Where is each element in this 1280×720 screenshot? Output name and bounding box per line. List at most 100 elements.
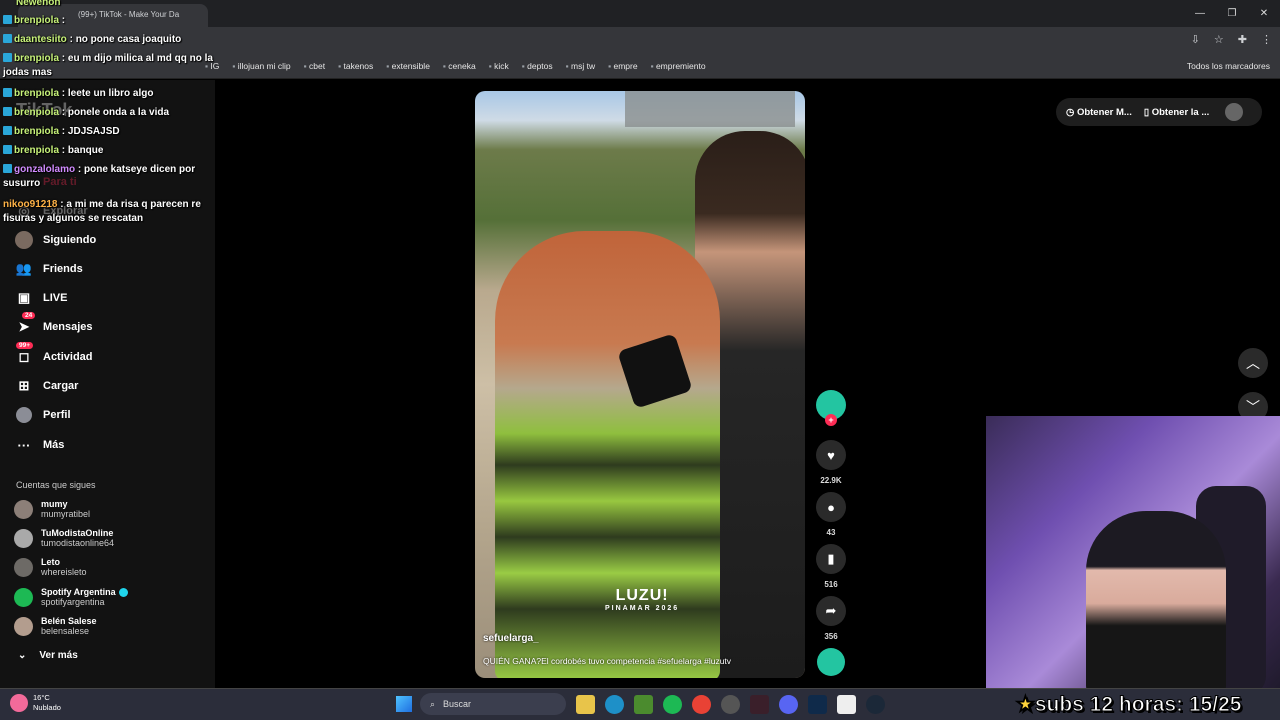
account-name: Belén Salese bbox=[41, 616, 97, 626]
get-desktop-label: Obtener la ... bbox=[1151, 106, 1210, 118]
bookmark-item[interactable]: illojuan mi clip bbox=[232, 61, 291, 71]
bookmark-item[interactable]: msj tw bbox=[566, 61, 595, 71]
avatar bbox=[14, 499, 33, 519]
profile-avatar[interactable] bbox=[1225, 103, 1244, 121]
chevron-up-icon[interactable]: ︿ bbox=[1238, 348, 1268, 378]
chat-user: brenpiola bbox=[14, 107, 60, 118]
nav-label: Más bbox=[43, 439, 65, 451]
maximize-icon[interactable]: ❐ bbox=[1216, 0, 1248, 27]
comment-icon[interactable]: ● bbox=[816, 492, 846, 522]
chat-text: banque bbox=[67, 145, 104, 156]
account-handle: tumodistaonline64 bbox=[41, 538, 115, 548]
chat-user: nikoo91218 bbox=[3, 199, 58, 210]
taskbar-search[interactable]: ⌕ Buscar bbox=[420, 693, 566, 715]
nav-mas[interactable]: ··· Más bbox=[14, 435, 65, 455]
bookmark-item[interactable]: ceneka bbox=[443, 61, 475, 71]
weather-widget[interactable]: 16°C Nublado bbox=[10, 693, 61, 713]
nav-perfil[interactable]: Perfil bbox=[14, 405, 71, 425]
app-icon[interactable] bbox=[721, 695, 740, 714]
chat-text: leete un libro algo bbox=[67, 88, 154, 99]
video-player[interactable]: LUZU! PINAMAR 2026 sefuelarga_ QUIÉN GANA… bbox=[475, 91, 805, 678]
follow-button[interactable]: + bbox=[825, 414, 837, 426]
account-name: mumy bbox=[41, 499, 68, 509]
share-icon[interactable]: ➦ bbox=[816, 596, 846, 626]
extension-icon[interactable]: ✚ bbox=[1238, 33, 1247, 46]
temperature: 16°C bbox=[33, 693, 50, 702]
followed-account[interactable]: TuModistaOnline tumodistaonline64 bbox=[14, 528, 114, 548]
nav-label: Perfil bbox=[43, 409, 71, 421]
weather-text: Nublado bbox=[33, 703, 61, 712]
bookmark-item[interactable]: kick bbox=[489, 61, 509, 71]
chat-text: no pone casa joaquito bbox=[75, 34, 182, 45]
file-explorer-icon[interactable] bbox=[576, 695, 595, 714]
steam-icon[interactable] bbox=[866, 695, 885, 714]
nav-friends[interactable]: 👥 Friends bbox=[14, 259, 83, 279]
bookmark-item[interactable]: cbet bbox=[304, 61, 325, 71]
search-placeholder: Buscar bbox=[443, 699, 472, 709]
capcut-icon[interactable] bbox=[837, 695, 856, 714]
star-icon[interactable]: ☆ bbox=[1214, 33, 1224, 46]
followed-account[interactable]: Leto whereisleto bbox=[14, 557, 87, 577]
chat-user: brenpiola bbox=[14, 126, 60, 137]
chrome-icon[interactable] bbox=[692, 695, 711, 714]
spotify-icon[interactable] bbox=[663, 695, 682, 714]
avatar bbox=[14, 557, 33, 577]
followed-account[interactable]: Spotify Argentina spotifyargentina bbox=[14, 587, 128, 607]
followed-account[interactable]: Belén Salese belensalese bbox=[14, 616, 97, 636]
all-bookmarks[interactable]: Todos los marcadores bbox=[1187, 61, 1270, 71]
minecraft-icon[interactable] bbox=[634, 695, 653, 714]
badge-icon bbox=[3, 34, 12, 43]
chat-message: nikoo91218 : a mi me da risa q parecen r… bbox=[3, 199, 201, 224]
followed-account[interactable]: mumy mumyratibel bbox=[14, 499, 90, 519]
bookmark-item[interactable]: deptos bbox=[522, 61, 553, 71]
app-icon[interactable] bbox=[750, 695, 769, 714]
like-count: 22.9K bbox=[820, 476, 842, 485]
nav-mensajes[interactable]: ➤ 24 Mensajes bbox=[14, 312, 93, 337]
upload-icon: ⊞ bbox=[18, 378, 30, 393]
nav-siguiendo[interactable]: Siguiendo bbox=[14, 230, 96, 250]
chat-user: brenpiola bbox=[14, 15, 60, 26]
account-handle: whereisleto bbox=[41, 567, 87, 577]
share-count: 356 bbox=[824, 632, 838, 641]
get-desktop-button[interactable]: ▯ Obtener la ... bbox=[1144, 107, 1209, 118]
chat-user: brenpiola bbox=[14, 88, 60, 99]
get-app-button[interactable]: ◷ Obtener M... bbox=[1066, 107, 1132, 118]
comment-count: 43 bbox=[826, 528, 836, 537]
menu-icon[interactable]: ⋮ bbox=[1261, 33, 1272, 46]
chat-user: brenpiola bbox=[14, 53, 60, 64]
bookmark-item[interactable]: empremiento bbox=[651, 61, 706, 71]
chat-user: daantesiito bbox=[14, 34, 67, 45]
badge-icon bbox=[3, 107, 12, 116]
windows-start-icon[interactable] bbox=[396, 696, 412, 712]
nav-live[interactable]: ▣ LIVE bbox=[14, 288, 68, 308]
bookmark-icon[interactable]: ▮ bbox=[816, 544, 846, 574]
avatar bbox=[14, 616, 33, 636]
bookmark-item[interactable]: extensible bbox=[386, 61, 430, 71]
minimize-icon[interactable]: — bbox=[1184, 0, 1216, 27]
video-watermark: LUZU! PINAMAR 2026 bbox=[605, 587, 679, 612]
account-handle: spotifyargentina bbox=[41, 597, 105, 607]
badge-icon bbox=[3, 15, 12, 24]
video-author[interactable]: sefuelarga_ bbox=[483, 633, 539, 644]
install-icon[interactable]: ⇩ bbox=[1191, 33, 1200, 46]
chat-message: brenpiola : JDJSAJSD bbox=[3, 125, 218, 139]
chat-text: ponele onda a la vida bbox=[67, 107, 170, 118]
bookmark-item[interactable]: empre bbox=[608, 61, 637, 71]
like-icon[interactable]: ♥ bbox=[816, 440, 846, 470]
chat-message: gonzalolamo : pone katseye dicen por sus… bbox=[3, 164, 196, 189]
following-header: Cuentas que sigues bbox=[16, 480, 96, 490]
music-disc-icon[interactable] bbox=[817, 648, 845, 676]
discord-icon[interactable] bbox=[779, 695, 798, 714]
account-name-text: Spotify Argentina bbox=[41, 587, 116, 597]
bookmark-item[interactable]: takenos bbox=[338, 61, 373, 71]
verified-icon bbox=[118, 587, 128, 597]
chat-message: brenpiola : ponele onda a la vida bbox=[3, 106, 218, 120]
edge-icon[interactable] bbox=[605, 695, 624, 714]
badge-icon bbox=[3, 126, 12, 135]
see-more-button[interactable]: ⌄ Ver más bbox=[18, 650, 78, 661]
photoshop-icon[interactable] bbox=[808, 695, 827, 714]
toolbar-icons: ⇩ ☆ ✚ ⋮ bbox=[1191, 33, 1272, 46]
close-icon[interactable]: ✕ bbox=[1248, 0, 1280, 27]
nav-cargar[interactable]: ⊞ Cargar bbox=[14, 376, 79, 396]
nav-actividad[interactable]: ◻ 99+ Actividad bbox=[14, 342, 93, 367]
